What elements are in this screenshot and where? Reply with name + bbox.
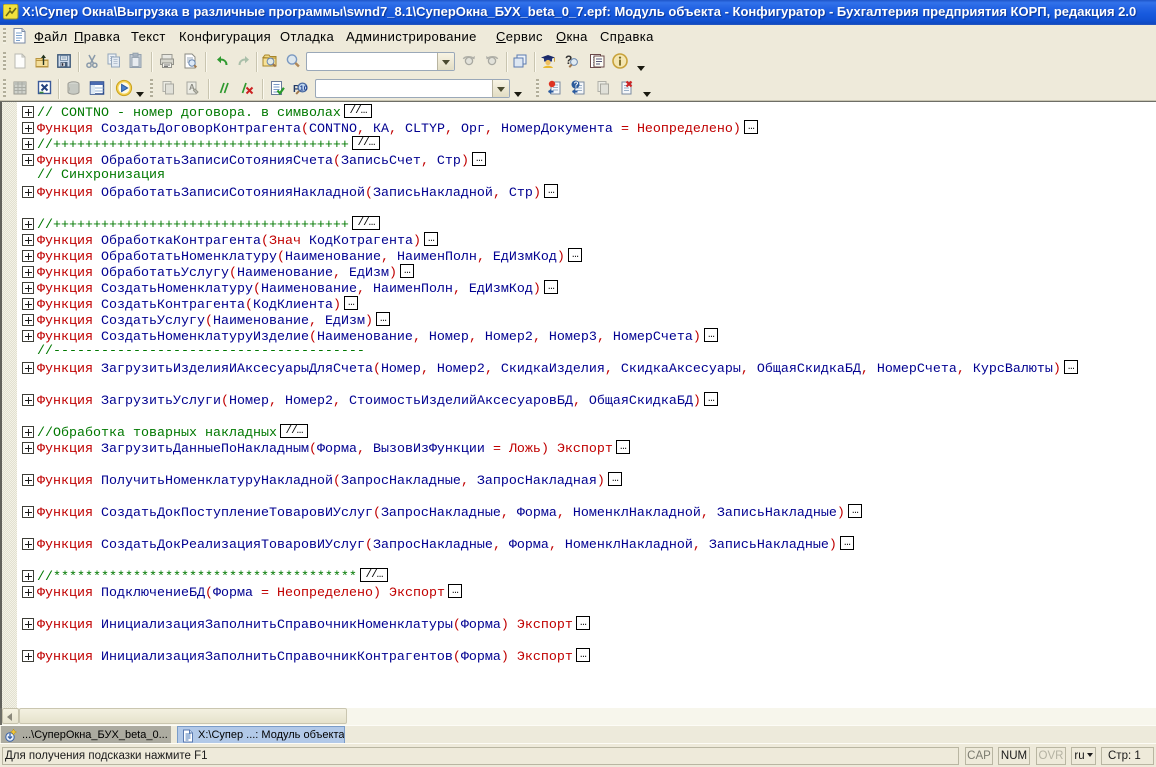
svg-text:?: ?	[574, 81, 579, 90]
svg-text:10: 10	[300, 86, 308, 93]
